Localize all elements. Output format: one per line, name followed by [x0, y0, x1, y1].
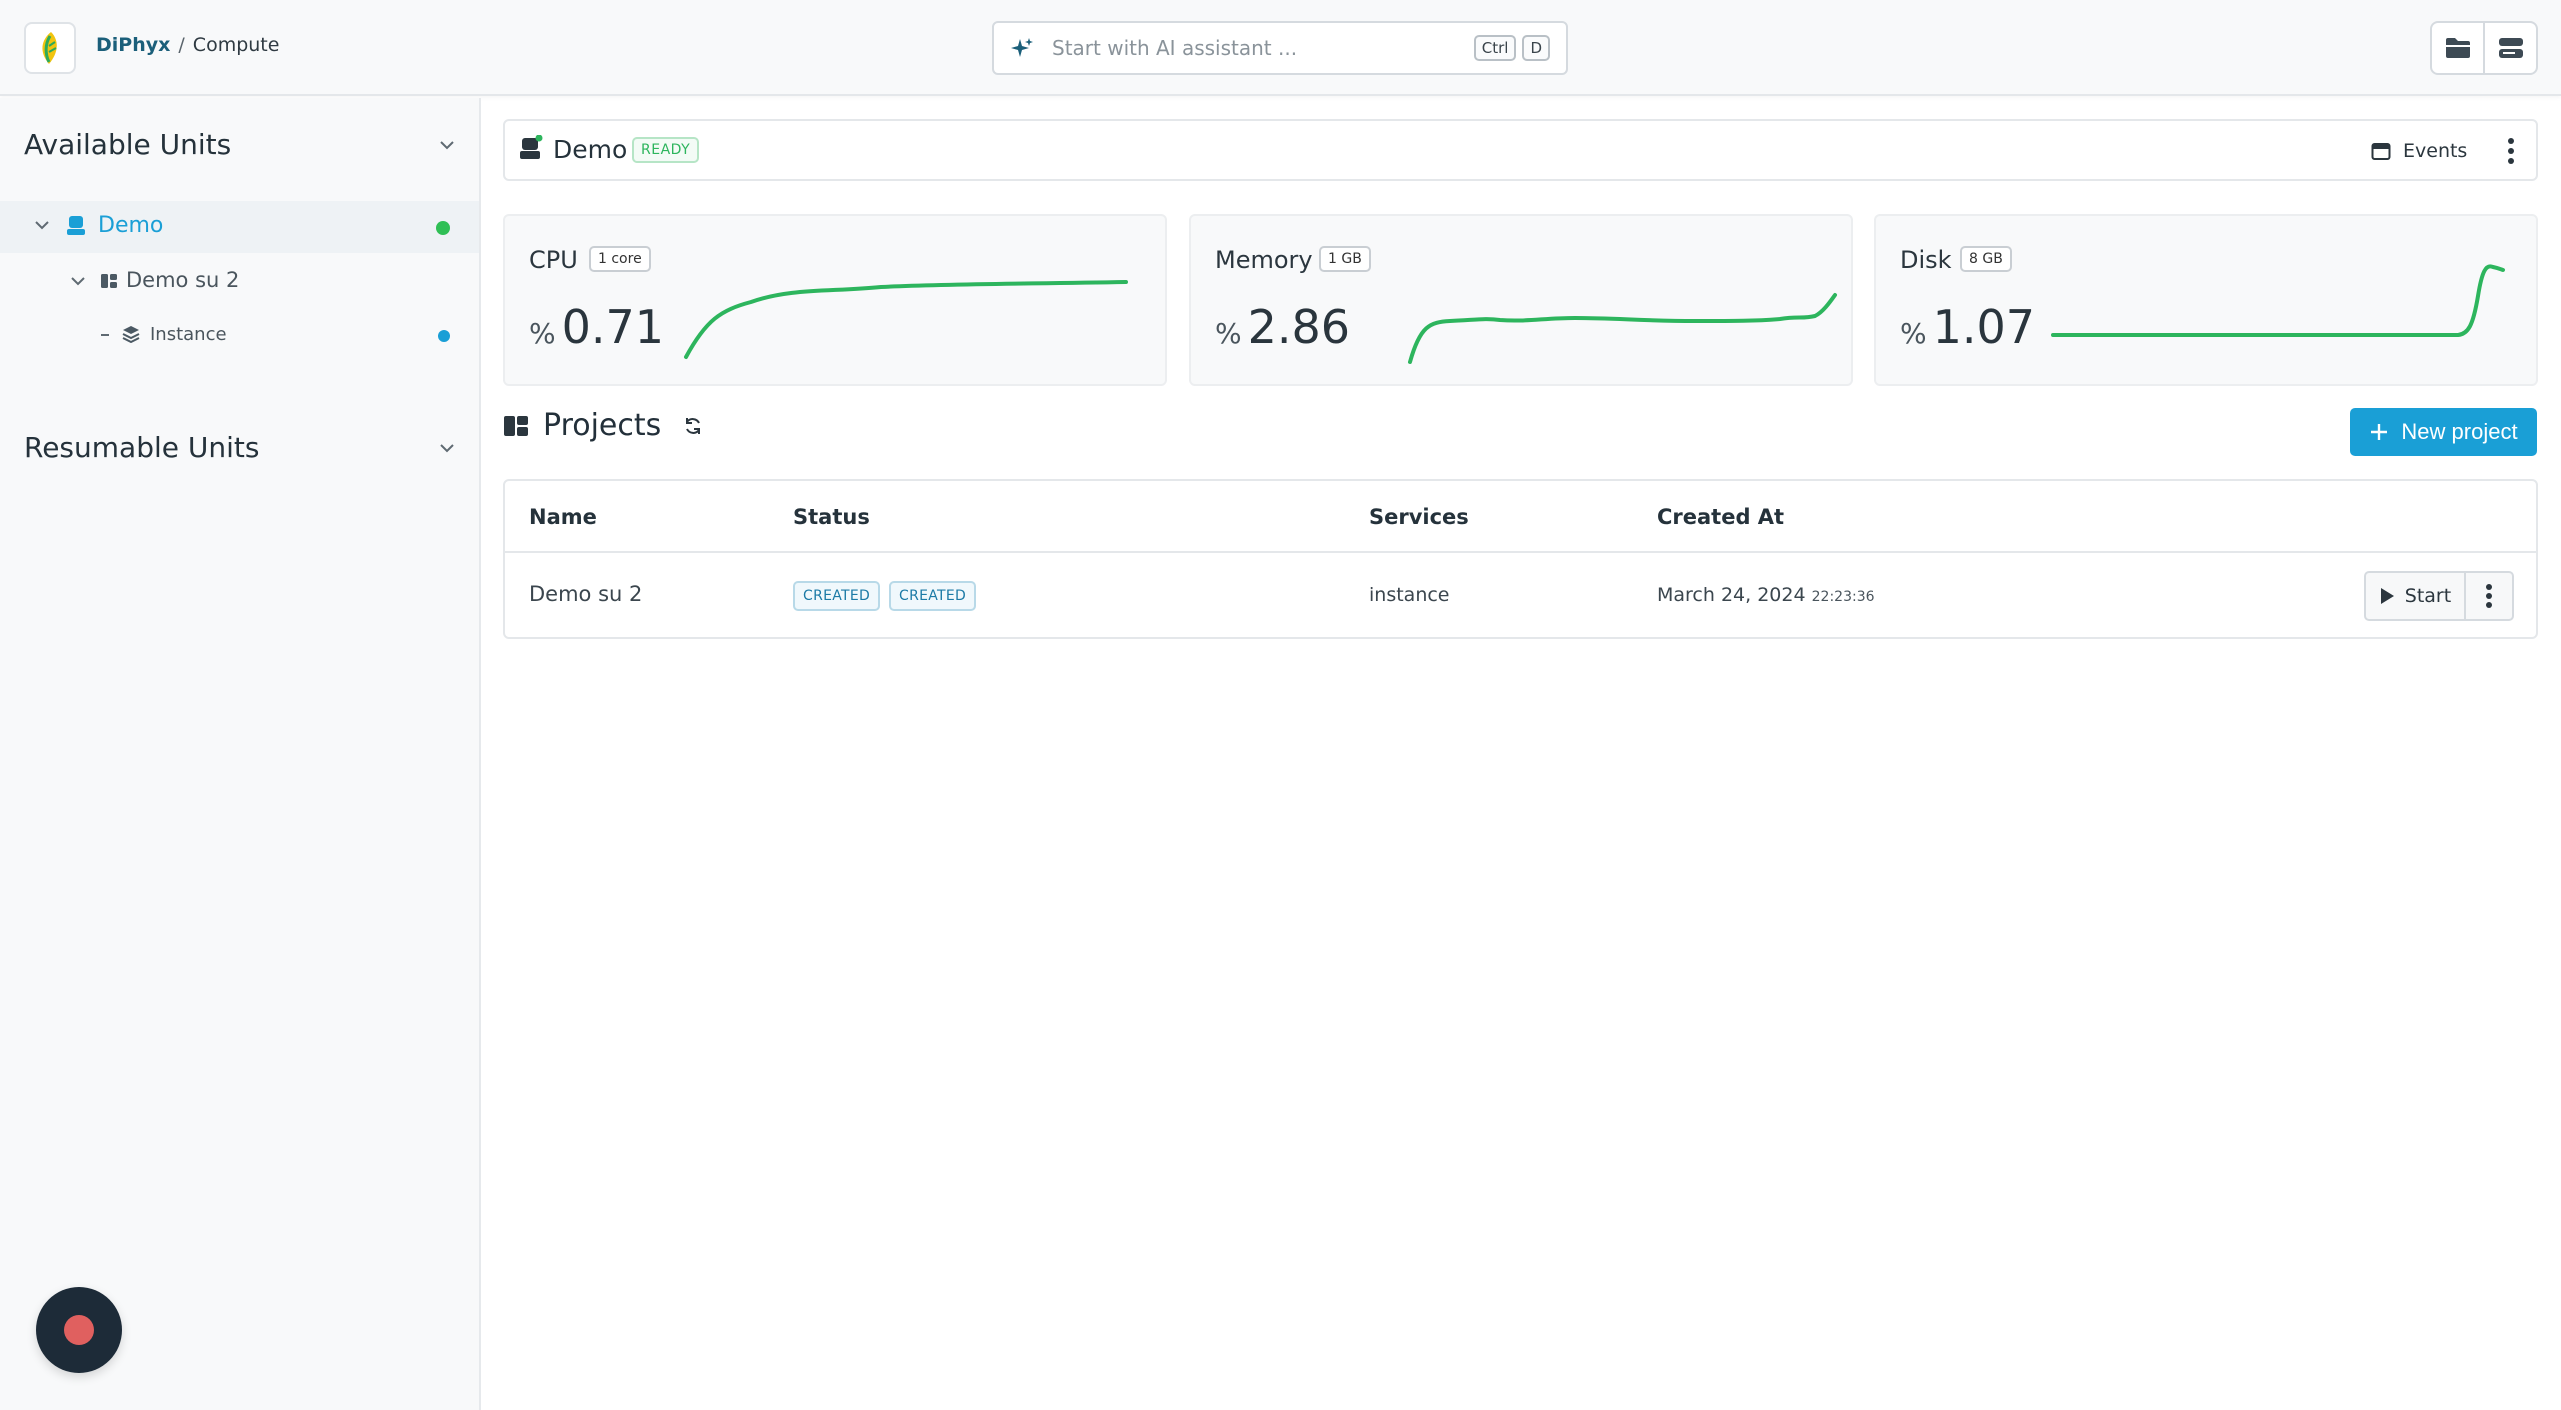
- tree-leaf-dash: [101, 334, 109, 336]
- resumable-units-header[interactable]: Resumable Units: [24, 431, 456, 464]
- cpu-sparkline: [684, 280, 1128, 359]
- table-header: Name Status Services Created At: [505, 481, 2536, 553]
- tree-item-project[interactable]: Demo su 2: [0, 255, 479, 307]
- project-icon: [101, 274, 117, 288]
- memory-sparkline: [1408, 293, 1837, 364]
- more-vertical-icon[interactable]: [2507, 137, 2515, 165]
- chevron-down-icon[interactable]: [438, 442, 456, 454]
- sidebar: Available Units Demo Demo su 2 Instance …: [0, 98, 481, 1410]
- disk-value-number: 1.07: [1932, 300, 2036, 354]
- project-created-at-cell: March 24, 2024 22:23:36: [1657, 584, 1875, 606]
- layers-icon: [122, 326, 140, 343]
- unit-icon: [67, 216, 85, 235]
- memory-capacity-badge: 1 GB: [1319, 246, 1371, 272]
- projects-header: Projects: [503, 408, 703, 443]
- chevron-down-icon[interactable]: [70, 275, 86, 287]
- project-name-cell: Demo su 2: [529, 582, 643, 606]
- more-vertical-icon: [2486, 584, 2492, 608]
- chevron-down-icon[interactable]: [438, 139, 456, 151]
- tree-item-service-label: Instance: [150, 324, 227, 345]
- tree-item-unit-label: Demo: [98, 213, 164, 238]
- row-more-button[interactable]: [2466, 573, 2512, 619]
- leaf-logo-icon: [42, 32, 57, 64]
- new-project-label: New project: [2401, 419, 2518, 444]
- start-label: Start: [2404, 585, 2452, 607]
- refresh-icon[interactable]: [683, 416, 703, 436]
- breadcrumb: DiPhyx / Compute: [96, 34, 279, 56]
- disk-metric-name: Disk: [1900, 246, 1952, 274]
- servers-button[interactable]: [2483, 23, 2536, 73]
- project-services-cell: instance: [1369, 584, 1450, 606]
- unit-status-badge: READY: [632, 137, 700, 163]
- projects-icon: [504, 415, 528, 436]
- plus-icon: [2371, 424, 2388, 440]
- column-header-created-at[interactable]: Created At: [1657, 505, 1784, 529]
- projects-folder-button[interactable]: [2432, 23, 2483, 73]
- folder-icon: [2445, 38, 2470, 58]
- new-project-button[interactable]: New project: [2350, 408, 2537, 456]
- start-button[interactable]: Start: [2366, 573, 2466, 619]
- memory-metric-name: Memory: [1215, 246, 1313, 274]
- cpu-capacity-badge: 1 core: [589, 246, 651, 272]
- instance-status-indicator: [438, 330, 450, 342]
- app-logo[interactable]: [24, 22, 76, 74]
- service-status-badge: CREATED: [889, 581, 977, 611]
- cpu-value-number: 0.71: [561, 300, 665, 354]
- cpu-percent-sign: %: [529, 317, 556, 350]
- memory-percent-sign: %: [1215, 317, 1242, 350]
- record-button[interactable]: [36, 1287, 122, 1373]
- memory-value-number: 2.86: [1247, 300, 1351, 354]
- breadcrumb-separator: /: [178, 34, 185, 56]
- top-actions-group: [2430, 21, 2538, 75]
- created-time: 22:23:36: [1811, 589, 1875, 605]
- breadcrumb-root-link[interactable]: DiPhyx: [96, 34, 170, 56]
- projects-title: Projects: [543, 408, 662, 443]
- shortcut-ctrl-key: Ctrl: [1473, 35, 1517, 61]
- ai-assistant-input[interactable]: [1050, 35, 1468, 61]
- available-units-header[interactable]: Available Units: [24, 128, 456, 161]
- disk-percent-sign: %: [1900, 317, 1927, 350]
- cpu-metric-value: % 0.71: [529, 300, 664, 354]
- available-units-title: Available Units: [24, 128, 232, 161]
- disk-sparkline: [2051, 264, 2505, 337]
- shortcut-d-key: D: [1522, 35, 1550, 61]
- events-button[interactable]: Events: [2371, 133, 2467, 169]
- breadcrumb-current: Compute: [192, 34, 280, 56]
- chevron-down-icon[interactable]: [34, 219, 50, 231]
- top-bar: DiPhyx / Compute Ctrl D: [0, 0, 2561, 96]
- column-header-status[interactable]: Status: [793, 505, 870, 529]
- created-date: March 24, 2024: [1657, 584, 1806, 606]
- projects-table: Name Status Services Created At Demo su …: [503, 479, 2538, 639]
- column-header-services[interactable]: Services: [1369, 505, 1469, 529]
- play-icon: [2380, 588, 2394, 604]
- tree-item-unit[interactable]: Demo: [0, 201, 479, 253]
- disk-capacity-badge: 8 GB: [1960, 246, 2012, 272]
- unit-icon: [520, 135, 543, 159]
- column-header-name[interactable]: Name: [529, 505, 597, 529]
- cpu-metric-name: CPU: [529, 246, 578, 274]
- unit-online-indicator: [436, 221, 450, 235]
- disk-metric-card: Disk 8 GB % 1.07: [1874, 214, 2538, 386]
- calendar-icon: [2371, 143, 2391, 160]
- tree-item-service[interactable]: Instance: [0, 309, 479, 361]
- resumable-units-title: Resumable Units: [24, 431, 260, 464]
- cpu-metric-card: CPU 1 core % 0.71: [503, 214, 1167, 386]
- events-label: Events: [2403, 140, 2468, 162]
- unit-header: Demo READY Events: [503, 119, 2538, 181]
- record-icon: [64, 1315, 94, 1345]
- project-status-badge: CREATED: [793, 581, 881, 611]
- tree-item-project-label: Demo su 2: [126, 268, 240, 292]
- disk-metric-value: % 1.07: [1900, 300, 2035, 354]
- start-action-group: Start: [2364, 571, 2514, 621]
- ai-assistant-search[interactable]: Ctrl D: [992, 21, 1568, 75]
- server-stack-icon: [2498, 38, 2523, 58]
- memory-metric-card: Memory 1 GB % 2.86: [1189, 214, 1853, 386]
- unit-name: Demo: [553, 135, 628, 164]
- memory-metric-value: % 2.86: [1215, 300, 1350, 354]
- sparkle-icon: [1011, 38, 1033, 57]
